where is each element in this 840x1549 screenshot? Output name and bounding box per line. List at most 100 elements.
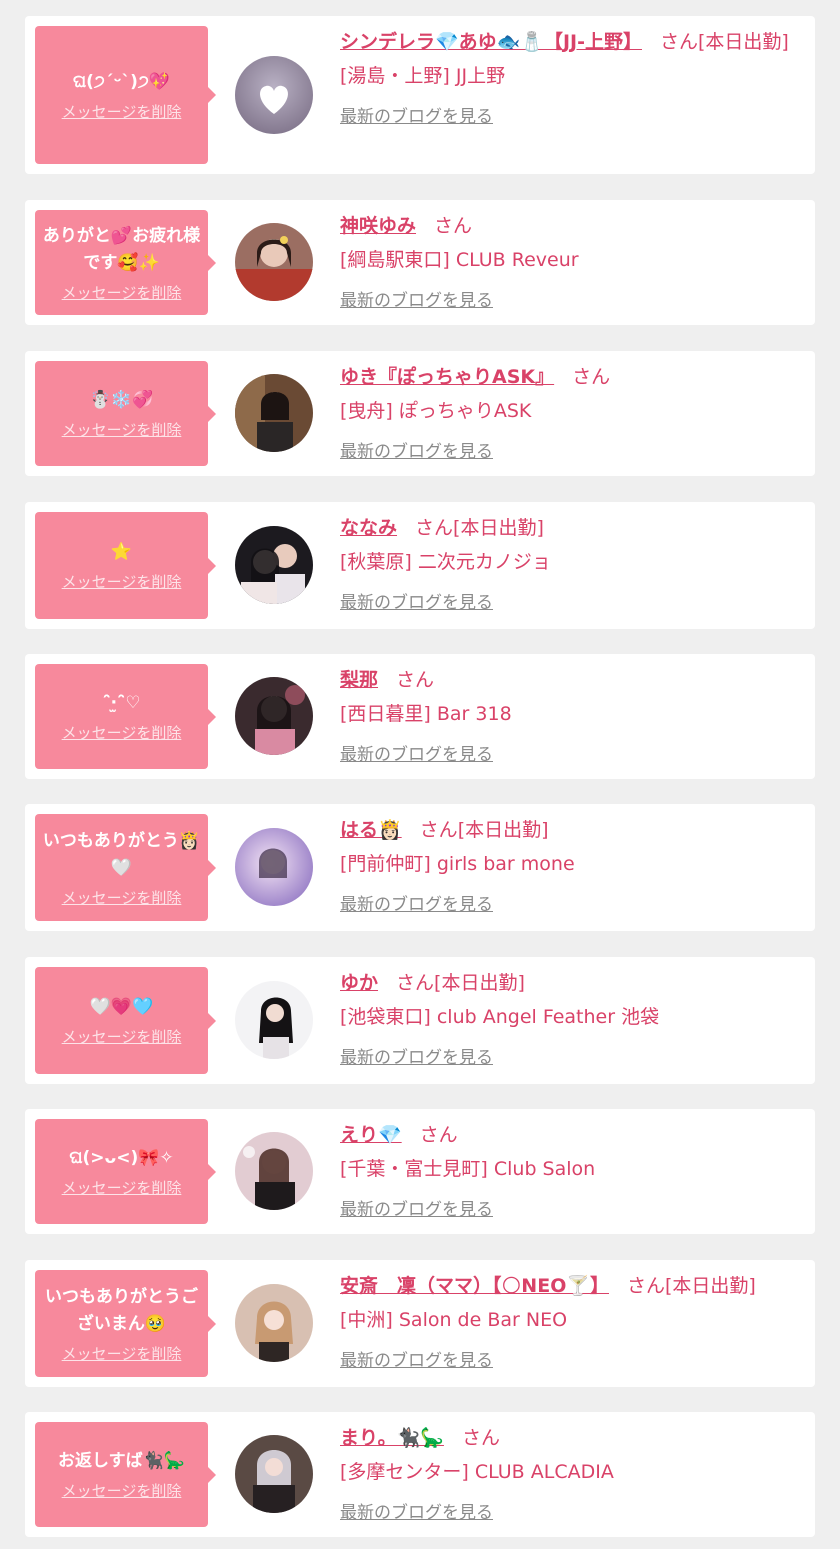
list-item: いつもありがとうございまん🥹 メッセージを削除 安斎 凜（ママ）【🌕NEO🍸】さ… [25,1260,815,1387]
delete-message-link[interactable]: メッセージを削除 [62,571,182,592]
latest-blog-link[interactable]: 最新のブログを見る [340,1195,493,1220]
list-item: いつもありがとう👸🏻🤍 メッセージを削除 はる👸🏻 さん[本日出勤] [門前仲町]… [25,804,815,931]
message-text: お返しすば🐈‍⬛🦕 [58,1451,185,1471]
message-text: ଘ(੭ˊᵕˋ)੭💖 [72,71,171,92]
shop-info: [門前仲町] girls bar mone [340,853,575,875]
profile-info: ゆか さん[本日出勤] [池袋東口] club Angel Feather 池袋 … [340,967,803,1068]
message-bubble: ˆ̑̑‧̫ˆ̑̑♡ メッセージを削除 [35,664,216,769]
honorific: さん [419,819,458,841]
avatar-image [235,1435,313,1513]
latest-blog-link[interactable]: 最新のブログを見る [340,1346,493,1371]
shop-info: [曳舟] ぽっちゃりASK [340,400,532,422]
status-badge: [本日出勤] [453,517,544,539]
delete-message-link[interactable]: メッセージを削除 [62,887,182,908]
status-badge: [本日出勤] [698,31,789,53]
delete-message-link[interactable]: メッセージを削除 [62,1480,182,1501]
profile-name-link[interactable]: ゆか [340,972,378,994]
profile-name-link[interactable]: ななみ [340,517,397,539]
profile-name-link[interactable]: ゆき『ぽっちゃりASK』 [340,366,554,388]
list-item: 🤍💗🩵 メッセージを削除 ゆか さん[本日出勤] [池袋東口] club Ange… [25,957,815,1084]
delete-message-link[interactable]: メッセージを削除 [62,101,182,122]
message-bubble: いつもありがとう👸🏻🤍 メッセージを削除 [35,814,216,921]
shop-info: [多摩センター] CLUB ALCADIA [340,1461,614,1483]
list-item: ありがと💕お疲れ様です🥰✨ メッセージを削除 神咲ゆみ さん [綱島駅東口] CL… [25,200,815,325]
delete-message-link[interactable]: メッセージを削除 [62,282,182,303]
list-item: ଘ(੭ˊᵕˋ)੭💖 メッセージを削除 シンデレラ💎あゆ🐟🧂【JJ-上野】 さん[本… [25,16,815,174]
profile-name-link[interactable]: シンデレラ💎あゆ🐟🧂【JJ-上野】 [340,31,642,53]
message-bubble: ଘ(>ᴗ<)🎀✧ メッセージを削除 [35,1119,216,1224]
message-text: ˆ̑̑‧̫ˆ̑̑♡ [102,693,141,713]
shop-info: [千葉・富士見町] Club Salon [340,1158,596,1180]
latest-blog-link[interactable]: 最新のブログを見る [340,890,493,915]
profile-name-link[interactable]: はる👸🏻 [340,819,402,841]
message-text: ありがと💕お疲れ様です🥰✨ [42,225,201,273]
delete-message-link[interactable]: メッセージを削除 [62,1343,182,1364]
delete-message-link[interactable]: メッセージを削除 [62,1177,182,1198]
profile-info: ななみ さん[本日出勤] [秋葉原] 二次元カノジョ 最新のブログを見る [340,512,803,613]
profile-info: まり。🐈‍⬛🦕 さん [多摩センター] CLUB ALCADIA 最新のブログを見… [340,1422,803,1523]
honorific: さん [434,215,473,237]
status-badge: [本日出勤] [665,1275,756,1297]
profile-name-link[interactable]: 梨那 [340,669,378,691]
profile-name-link[interactable]: えり💎 [340,1124,402,1146]
profile-info: えり💎 さん [千葉・富士見町] Club Salon 最新のブログを見る [340,1119,803,1220]
avatar[interactable] [235,526,313,604]
profile-info: 神咲ゆみ さん [綱島駅東口] CLUB Reveur 最新のブログを見る [340,210,803,311]
status-badge: [本日出勤] [457,819,549,841]
shop-info: [池袋東口] club Angel Feather 池袋 [340,1006,660,1028]
honorific: さん [572,366,611,388]
message-text: いつもありがとうございまん🥹 [45,1286,198,1334]
profile-info: ゆき『ぽっちゃりASK』 さん [曳舟] ぽっちゃりASK 最新のブログを見る [340,361,803,462]
profile-info: シンデレラ💎あゆ🐟🧂【JJ-上野】 さん[本日出勤] [湯島・上野] JJ上野 最… [340,26,803,127]
delete-message-link[interactable]: メッセージを削除 [62,722,182,743]
latest-blog-link[interactable]: 最新のブログを見る [340,102,493,127]
avatar[interactable] [235,981,313,1059]
shop-info: [綱島駅東口] CLUB Reveur [340,249,579,271]
avatar-image [235,1132,313,1210]
delete-message-link[interactable]: メッセージを削除 [62,1026,182,1047]
latest-blog-link[interactable]: 最新のブログを見る [340,588,493,613]
avatar[interactable] [235,223,313,301]
avatar[interactable] [235,1435,313,1513]
message-text: いつもありがとう👸🏻🤍 [42,830,201,878]
message-text: ଘ(>ᴗ<)🎀✧ [69,1148,174,1168]
message-bubble: お返しすば🐈‍⬛🦕 メッセージを削除 [35,1422,216,1527]
latest-blog-link[interactable]: 最新のブログを見る [340,740,493,765]
list-item: お返しすば🐈‍⬛🦕 メッセージを削除 まり。🐈‍⬛🦕 さん [多摩センター] CL… [25,1412,815,1537]
avatar[interactable] [235,677,313,755]
status-badge: [本日出勤] [434,972,525,994]
avatar-image [235,677,313,755]
honorific: さん [419,1124,458,1146]
latest-blog-link[interactable]: 最新のブログを見る [340,286,493,311]
message-text: ☃️❄️💞 [89,390,154,410]
avatar[interactable] [235,828,313,906]
message-bubble: ଘ(੭ˊᵕˋ)੭💖 メッセージを削除 [35,26,216,164]
latest-blog-link[interactable]: 最新のブログを見る [340,1498,493,1523]
list-item: ଘ(>ᴗ<)🎀✧ メッセージを削除 えり💎 さん [千葉・富士見町] Club S… [25,1109,815,1234]
message-bubble: ☃️❄️💞 メッセージを削除 [35,361,216,466]
shop-info: [湯島・上野] JJ上野 [340,65,506,87]
message-bubble: 🤍💗🩵 メッセージを削除 [35,967,216,1074]
honorific: さん [627,1275,666,1297]
avatar[interactable] [235,374,313,452]
avatar-image [235,981,313,1059]
latest-blog-link[interactable]: 最新のブログを見る [340,1043,493,1068]
avatar[interactable] [235,56,313,134]
shop-info: [秋葉原] 二次元カノジョ [340,551,551,573]
message-text: 🤍💗🩵 [89,997,154,1017]
list-item: ˆ̑̑‧̫ˆ̑̑♡ メッセージを削除 梨那 さん [西日暮里] Bar 318 最… [25,654,815,779]
delete-message-link[interactable]: メッセージを削除 [62,419,182,440]
shop-info: [中洲] Salon de Bar NEO [340,1309,568,1331]
profile-name-link[interactable]: まり。🐈‍⬛🦕 [340,1427,444,1449]
latest-blog-link[interactable]: 最新のブログを見る [340,437,493,462]
list-item: ⭐️ メッセージを削除 ななみ さん[本日出勤] [秋葉原] 二次元カノジョ 最新… [25,502,815,629]
message-bubble: ありがと💕お疲れ様です🥰✨ メッセージを削除 [35,210,216,315]
avatar-image [235,223,313,301]
message-bubble: いつもありがとうございまん🥹 メッセージを削除 [35,1270,216,1377]
profile-name-link[interactable]: 安斎 凜（ママ）【🌕NEO🍸】 [340,1275,609,1297]
avatar-image [235,828,313,906]
profile-name-link[interactable]: 神咲ゆみ [340,215,416,237]
avatar[interactable] [235,1132,313,1210]
honorific: さん [415,517,454,539]
avatar[interactable] [235,1284,313,1362]
